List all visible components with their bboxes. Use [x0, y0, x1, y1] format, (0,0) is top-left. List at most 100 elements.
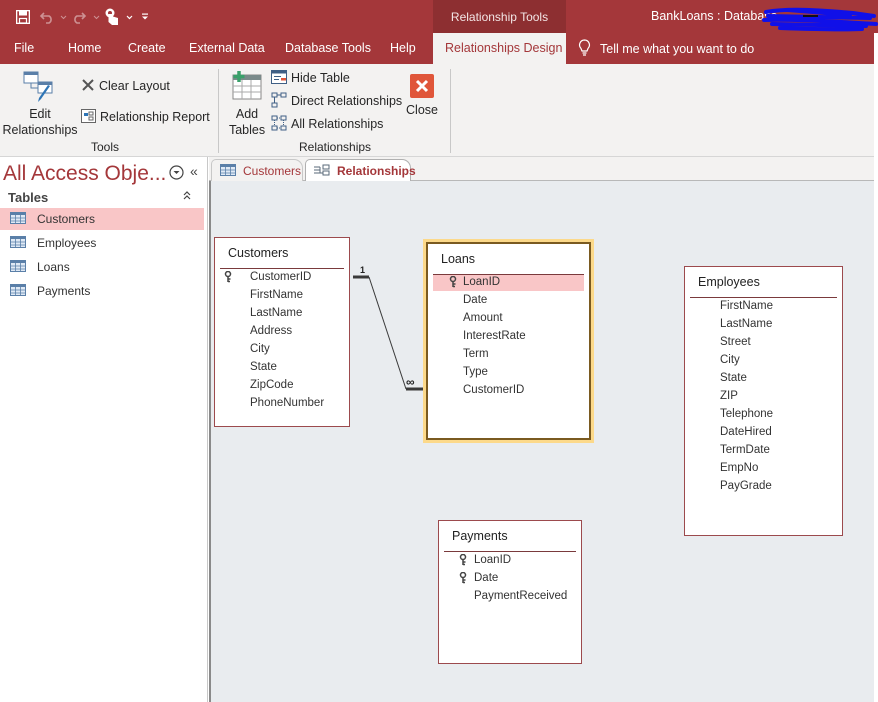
tab-external-data[interactable]: External Data	[189, 33, 265, 64]
field-row[interactable]: State	[690, 371, 837, 387]
nav-pane-menu-icon[interactable]	[169, 165, 184, 180]
field-row[interactable]: FirstName	[690, 299, 837, 315]
redo-icon[interactable]	[68, 6, 90, 28]
ribbon: Edit Relationships Clear Layout Relation…	[0, 64, 874, 157]
field-row[interactable]: City	[220, 342, 344, 358]
table-icon	[10, 211, 26, 227]
field-row[interactable]: ZipCode	[220, 378, 344, 394]
close-button[interactable]: Close	[404, 74, 440, 118]
hide-table-button[interactable]: Hide Table	[271, 68, 350, 88]
touch-mode-dropdown-icon[interactable]	[122, 6, 136, 28]
tools-group-label: Tools	[91, 140, 120, 154]
table-box-employees[interactable]: Employees FirstName LastName Street City…	[684, 266, 843, 536]
direct-relationships-icon	[271, 92, 287, 111]
tab-help[interactable]: Help	[390, 33, 416, 64]
save-icon[interactable]	[10, 6, 36, 28]
clear-layout-icon	[81, 78, 95, 95]
field-row[interactable]: Date	[444, 571, 576, 587]
field-row[interactable]: City	[690, 353, 837, 369]
all-relationships-icon	[271, 115, 287, 134]
field-row[interactable]: InterestRate	[433, 329, 584, 345]
table-box-title[interactable]: Payments	[452, 529, 508, 543]
nav-pane-title[interactable]: All Access Obje...	[3, 162, 166, 186]
tab-relationships-design[interactable]: Relationships Design	[433, 33, 566, 64]
nav-item-label: Loans	[37, 260, 70, 274]
field-row-selected[interactable]: LoanID	[433, 275, 584, 291]
table-box-customers[interactable]: Customers CustomerID FirstName LastName …	[214, 237, 350, 427]
field-row[interactable]: TermDate	[690, 443, 837, 459]
undo-icon[interactable]	[36, 6, 58, 28]
table-box-title[interactable]: Employees	[698, 275, 760, 289]
collapse-section-icon[interactable]	[182, 189, 192, 203]
field-row[interactable]: Term	[433, 347, 584, 363]
tell-me-placeholder[interactable]: Tell me what you want to do	[600, 42, 754, 56]
edit-relationships-icon	[22, 70, 58, 106]
field-row[interactable]: EmpNo	[690, 461, 837, 477]
table-box-loans[interactable]: Loans LoanID Date Amount InterestRate Te…	[426, 242, 591, 440]
field-row[interactable]: LastName	[690, 317, 837, 333]
customize-qat-icon[interactable]	[136, 6, 154, 28]
table-box-title[interactable]: Customers	[228, 246, 288, 260]
close-icon	[410, 74, 434, 102]
document-tab-bar: Customers Relationships	[209, 157, 874, 182]
nav-item-loans[interactable]: Loans	[0, 256, 204, 278]
nav-item-payments[interactable]: Payments	[0, 280, 204, 302]
close-label: Close	[406, 103, 438, 117]
table-box-payments[interactable]: Payments LoanID Date PaymentReceived	[438, 520, 582, 664]
nav-item-label: Customers	[37, 212, 96, 226]
hide-table-icon	[271, 69, 287, 87]
relationships-group-label: Relationships	[299, 140, 372, 154]
shutter-bar-collapse-icon[interactable]: «	[190, 163, 198, 179]
table-box-title[interactable]: Loans	[441, 252, 475, 266]
relationship-report-button[interactable]: Relationship Report	[81, 107, 210, 127]
field-row[interactable]: ZIP	[690, 389, 837, 405]
nav-item-customers[interactable]: Customers	[0, 208, 204, 230]
edit-relationships-label-1: Edit	[29, 107, 51, 121]
tab-home[interactable]: Home	[68, 33, 101, 64]
redo-dropdown-icon[interactable]	[90, 6, 102, 28]
edit-relationships-button[interactable]: Edit Relationships	[2, 70, 78, 138]
field-row[interactable]: FirstName	[220, 288, 344, 304]
field-row[interactable]: Date	[433, 293, 584, 309]
clear-layout-button[interactable]: Clear Layout	[81, 76, 170, 96]
field-row[interactable]: Telephone	[690, 407, 837, 423]
field-row[interactable]: PaymentReceived	[444, 589, 576, 605]
field-row[interactable]: Street	[690, 335, 837, 351]
nav-item-employees[interactable]: Employees	[0, 232, 204, 254]
doc-tab-relationships[interactable]: Relationships	[305, 159, 416, 182]
field-row[interactable]: Amount	[433, 311, 584, 327]
touch-mouse-mode-icon[interactable]	[102, 6, 122, 28]
tell-me-box[interactable]: Tell me what you want to do	[578, 33, 754, 64]
relationship-tools-context-label: Relationship Tools	[433, 0, 566, 33]
field-row[interactable]: CustomerID	[220, 270, 344, 286]
tab-create[interactable]: Create	[128, 33, 166, 64]
field-row[interactable]: Address	[220, 324, 344, 340]
edit-relationships-label-2: Relationships	[2, 123, 78, 137]
tab-database-tools[interactable]: Database Tools	[285, 33, 371, 64]
all-relationships-button[interactable]: All Relationships	[271, 114, 383, 134]
field-row[interactable]: PhoneNumber	[220, 396, 344, 412]
doc-tab-label: Customers	[243, 164, 302, 178]
field-row[interactable]: DateHired	[690, 425, 837, 441]
nav-item-label: Employees	[37, 236, 97, 250]
undo-dropdown-icon[interactable]	[58, 6, 68, 28]
ribbon-group-separator	[450, 69, 451, 153]
field-row[interactable]: LastName	[220, 306, 344, 322]
direct-relationships-button[interactable]: Direct Relationships	[271, 91, 402, 111]
ribbon-group-separator	[218, 69, 219, 153]
field-row[interactable]: State	[220, 360, 344, 376]
field-row[interactable]: Type	[433, 365, 584, 381]
table-box-divider	[690, 297, 837, 298]
nav-section-tables[interactable]: Tables	[8, 190, 48, 205]
primary-key-icon	[459, 553, 467, 569]
tab-file[interactable]: File	[14, 33, 34, 64]
doc-tab-customers[interactable]: Customers	[211, 159, 303, 182]
table-icon	[10, 283, 26, 299]
relationships-icon	[314, 164, 330, 179]
field-row[interactable]: PayGrade	[690, 479, 837, 495]
field-row[interactable]: CustomerID	[433, 383, 584, 399]
relationship-report-icon	[81, 108, 96, 126]
field-row[interactable]: LoanID	[444, 553, 576, 569]
add-tables-button[interactable]: Add Tables	[229, 70, 265, 138]
table-box-divider	[444, 551, 576, 552]
